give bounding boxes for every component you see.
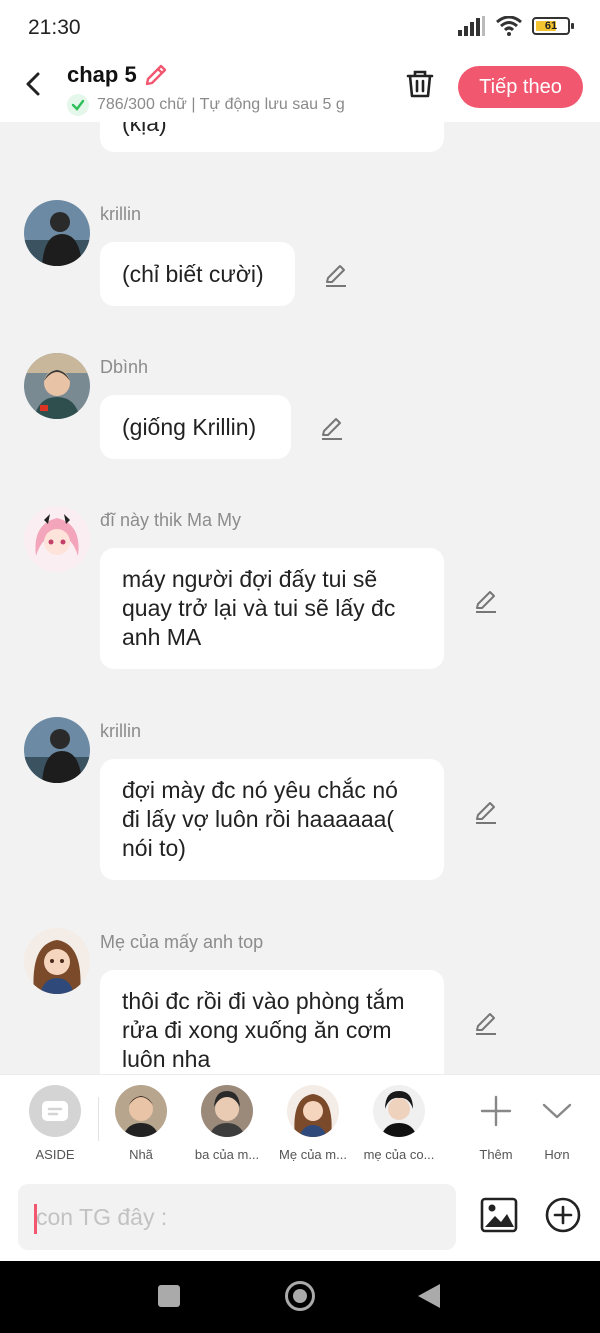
sender-name: đĩ này thik Ma My bbox=[100, 510, 242, 530]
avatar[interactable] bbox=[24, 200, 90, 266]
add-circle-icon[interactable] bbox=[544, 1196, 582, 1234]
system-nav-bar bbox=[0, 1261, 600, 1333]
sender-name: krillin bbox=[100, 204, 142, 224]
message-bubble[interactable]: thôi đc rồi đi vào phòng tắm rửa đi xong… bbox=[100, 970, 444, 1074]
composer bbox=[0, 1172, 600, 1261]
avatar bbox=[201, 1085, 253, 1137]
more-button[interactable]: Hơn bbox=[512, 1085, 600, 1162]
character-aside[interactable]: ASIDE bbox=[10, 1085, 100, 1162]
trash-icon[interactable] bbox=[404, 68, 436, 100]
chapter-title: chap 5 bbox=[67, 62, 137, 87]
character-nha[interactable]: Nhã bbox=[96, 1085, 186, 1162]
next-button[interactable]: Tiếp theo bbox=[458, 66, 583, 108]
message-bubble[interactable]: máy người đợi đấy tui sẽ quay trở lại và… bbox=[100, 548, 444, 669]
editor-header: chap 5 786/300 chữ | Tự động lưu sau 5 g… bbox=[0, 56, 600, 122]
message-bubble[interactable]: (giống Krillin) bbox=[100, 395, 291, 459]
avatar[interactable] bbox=[24, 928, 90, 994]
edit-message-icon[interactable] bbox=[323, 262, 349, 288]
edit-message-icon[interactable] bbox=[473, 799, 499, 825]
recent-apps-icon[interactable] bbox=[158, 1285, 180, 1307]
message-input[interactable] bbox=[18, 1184, 456, 1250]
aside-icon bbox=[29, 1085, 81, 1137]
avatar bbox=[373, 1085, 425, 1137]
message-bubble[interactable]: đợi mày đc nó yêu chắc nó đi lấy vợ luôn… bbox=[100, 759, 444, 880]
sender-name: Dbình bbox=[100, 357, 149, 377]
message-bubble[interactable]: (chỉ biết cười) bbox=[100, 242, 295, 306]
battery-icon: 61 bbox=[532, 17, 574, 35]
back-icon[interactable] bbox=[20, 70, 48, 98]
character-ba[interactable]: ba của m... bbox=[182, 1085, 272, 1162]
sender-name: krillin bbox=[100, 721, 142, 741]
image-icon[interactable] bbox=[480, 1196, 518, 1234]
word-count-status: 786/300 chữ | Tự động lưu sau 5 g bbox=[97, 96, 345, 113]
battery-level: 61 bbox=[544, 20, 558, 32]
saved-check-icon bbox=[67, 94, 89, 116]
avatar bbox=[115, 1085, 167, 1137]
text-caret bbox=[34, 1204, 37, 1234]
status-time: 21:30 bbox=[28, 16, 81, 39]
signal-icon bbox=[458, 16, 485, 36]
character-me-cua-co[interactable]: mẹ của co... bbox=[354, 1085, 444, 1162]
character-bar: ASIDE Nhã ba của m... Mẹ của m... mẹ của… bbox=[0, 1074, 600, 1172]
character-me[interactable]: Mẹ của m... bbox=[268, 1085, 358, 1162]
avatar bbox=[287, 1085, 339, 1137]
status-bar: 21:30 61 bbox=[0, 0, 600, 56]
edit-message-icon[interactable] bbox=[319, 415, 345, 441]
edit-message-icon[interactable] bbox=[473, 1010, 499, 1036]
nav-back-icon[interactable] bbox=[418, 1284, 440, 1308]
message-bubble[interactable]: (kịa) bbox=[100, 122, 444, 152]
avatar[interactable] bbox=[24, 717, 90, 783]
avatar[interactable] bbox=[24, 353, 90, 419]
wifi-icon bbox=[496, 16, 522, 36]
edit-message-icon[interactable] bbox=[473, 588, 499, 614]
sender-name: Mẹ của mấy anh top bbox=[100, 932, 264, 952]
edit-title-icon[interactable] bbox=[143, 62, 169, 88]
avatar[interactable] bbox=[24, 506, 90, 572]
chat-area[interactable]: (kịa) krillin (chỉ biết cười) Dbình (giố… bbox=[0, 122, 600, 1074]
chevron-down-icon bbox=[542, 1103, 572, 1119]
home-icon[interactable] bbox=[285, 1281, 315, 1311]
